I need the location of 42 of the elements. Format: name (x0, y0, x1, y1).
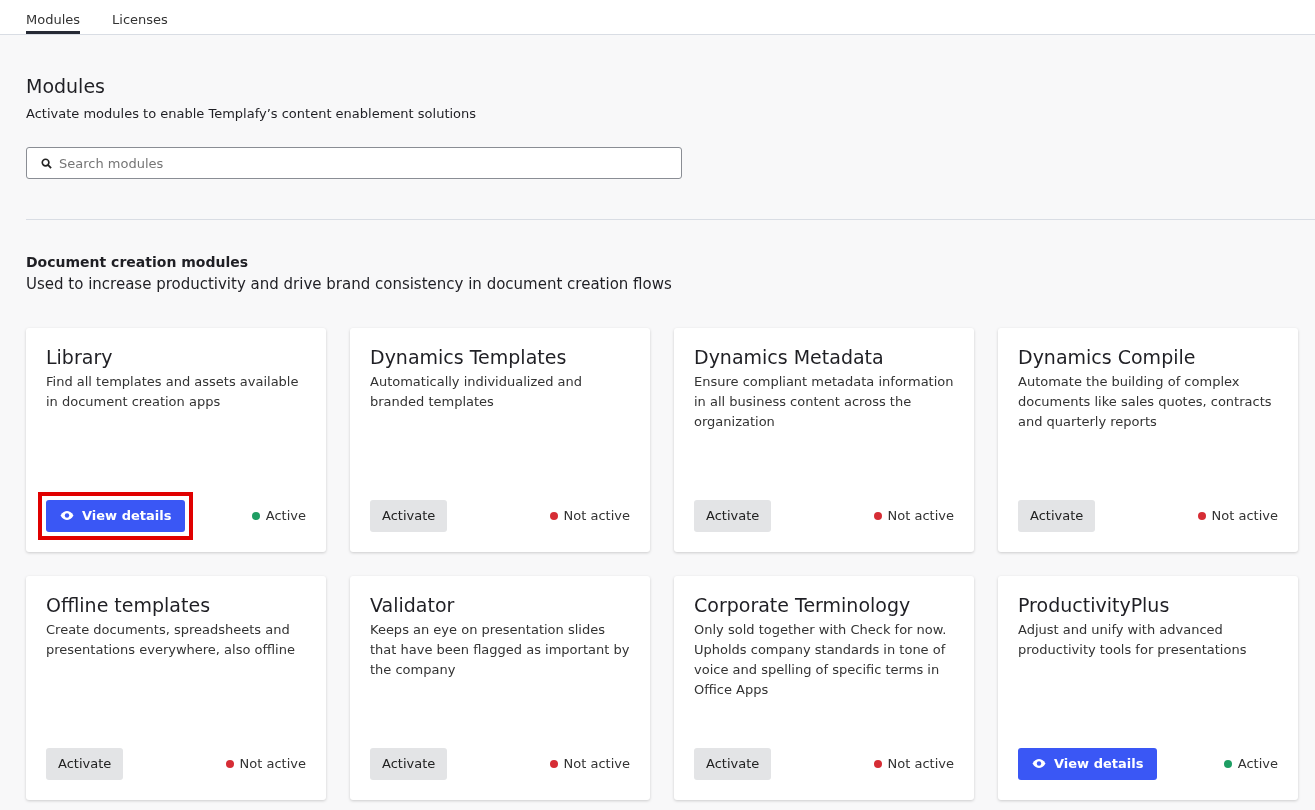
status-label: Not active (239, 755, 306, 774)
status-label: Not active (887, 507, 954, 526)
status-label: Not active (1211, 507, 1278, 526)
section-description: Used to increase productivity and drive brand consistency in document creation flows (26, 274, 673, 296)
status-label: Active (265, 507, 306, 526)
module-description: Only sold together with Check for now. Upholds company standards in tone of voice and spelling of specific terms in Office Apps (694, 621, 948, 700)
eye-icon (1032, 759, 1046, 769)
activate-button[interactable]: Activate (694, 500, 772, 532)
tab[interactable]: Licenses (112, 0, 168, 34)
module-title: Dynamics Templates (370, 345, 568, 369)
module-title: Dynamics Compile (1018, 345, 1197, 369)
status-label: Not active (887, 755, 954, 774)
view-details-button[interactable]: View details (46, 500, 186, 532)
module-description: Adjust and unify with advanced productivity tools for presentations (1018, 621, 1248, 660)
tab[interactable]: Modules (26, 0, 81, 34)
module-title: Library (46, 345, 114, 369)
eye-icon (60, 511, 74, 521)
module-title: ProductivityPlus (1018, 593, 1171, 617)
activate-button[interactable]: Activate (1018, 500, 1096, 532)
module-title: Offline templates (46, 593, 212, 617)
search-field[interactable]: Search modules (27, 148, 681, 179)
module-description: Automatically individualized and branded templates (370, 373, 584, 412)
activate-button[interactable]: Activate (46, 748, 124, 780)
status-label: Not active (563, 755, 630, 774)
module-description: Find all templates and assets available in document creation apps (46, 373, 300, 412)
activate-button[interactable]: Activate (370, 500, 448, 532)
page-subtitle: Activate modules to enable Templafy’s content enablement solutions (26, 104, 478, 123)
search-icon (41, 158, 52, 170)
module-description: Keeps an eye on presentation slides that have been flagged as important by the company (370, 621, 630, 680)
module-description: Automate the building of complex documents like sales quotes, contracts and quarterly reports (1018, 373, 1273, 432)
module-title: Corporate Terminology (694, 593, 912, 617)
status-label: Not active (563, 507, 630, 526)
view-details-button[interactable]: View details (1018, 748, 1158, 780)
module-description: Create documents, spreadsheets and presentations everywhere, also offline (46, 621, 296, 660)
page-title: Modules (26, 75, 106, 98)
activate-button[interactable]: Activate (370, 748, 448, 780)
section-title: Document creation modules (26, 254, 250, 272)
activate-button[interactable]: Activate (694, 748, 772, 780)
module-title: Dynamics Metadata (694, 345, 885, 369)
module-description: Ensure compliant metadata information in all business content across the organization (694, 373, 954, 432)
status-label: Active (1237, 755, 1278, 774)
module-title: Validator (370, 593, 456, 617)
